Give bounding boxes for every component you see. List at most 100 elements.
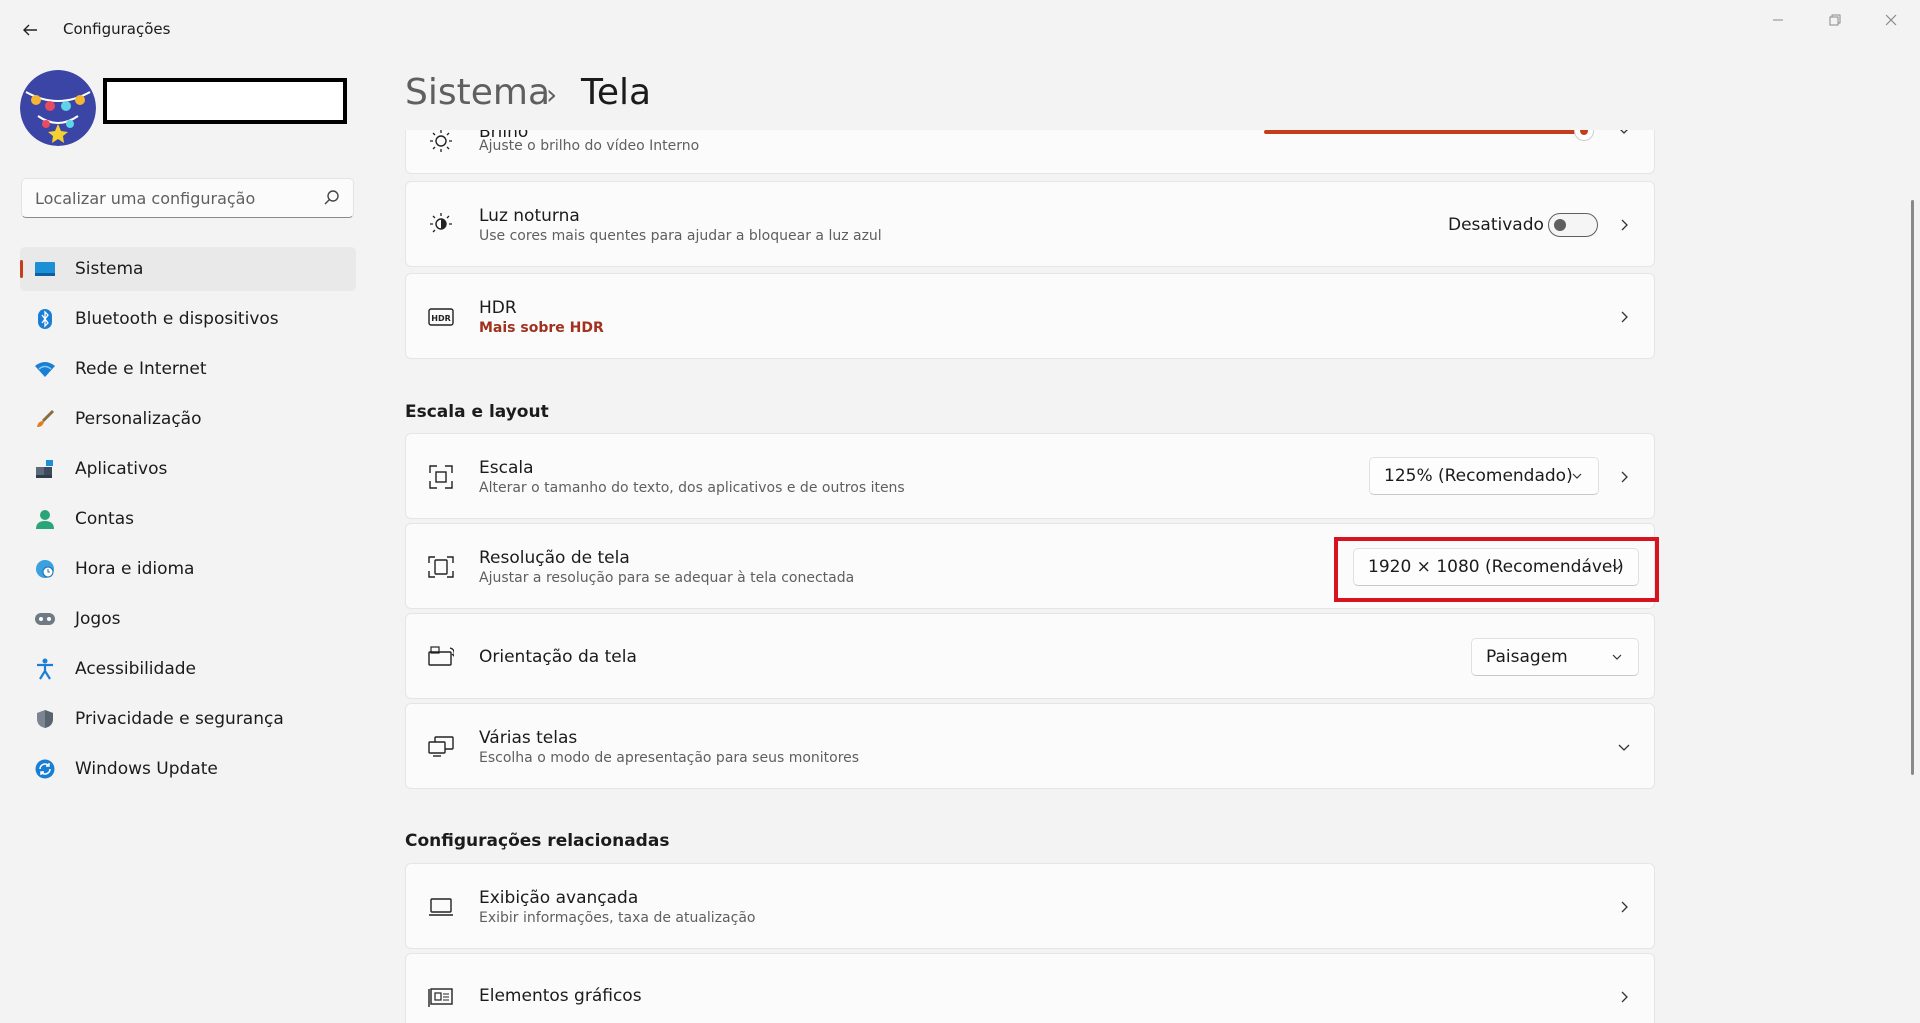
scale-icon xyxy=(428,464,454,490)
sidebar-item-label: Sistema xyxy=(75,259,144,279)
hdr-card[interactable]: HDR HDR Mais sobre HDR xyxy=(405,273,1655,359)
night-light-status: Desativado xyxy=(1448,215,1544,235)
sidebar-item-label: Aplicativos xyxy=(75,459,168,479)
wifi-icon xyxy=(34,358,56,380)
sidebar-item-label: Rede e Internet xyxy=(75,359,207,379)
minimize-button[interactable] xyxy=(1755,4,1801,36)
close-button[interactable] xyxy=(1868,4,1914,36)
sidebar-item-gaming[interactable]: Jogos xyxy=(20,597,356,641)
resolution-subtitle: Ajustar a resolução para se adequar à te… xyxy=(479,570,855,586)
graphics-card[interactable]: Elementos gráficos xyxy=(405,953,1655,1023)
app-title: Configurações xyxy=(63,20,171,38)
night-light-card[interactable]: Luz noturna Use cores mais quentes para … xyxy=(405,181,1655,267)
scrollbar[interactable] xyxy=(1911,200,1914,775)
page-title: Tela xyxy=(581,72,652,113)
orientation-dropdown[interactable]: Paisagem xyxy=(1471,638,1639,676)
search-placeholder: Localizar uma configuração xyxy=(35,189,256,208)
bluetooth-icon xyxy=(34,308,56,330)
restore-button[interactable] xyxy=(1812,4,1858,36)
chevron-right-icon[interactable] xyxy=(1616,469,1632,485)
clock-globe-icon xyxy=(34,558,56,580)
title-bar: Configurações xyxy=(0,0,1920,60)
minimize-icon xyxy=(1773,19,1783,21)
chevron-down-icon[interactable] xyxy=(1616,739,1632,755)
sidebar-item-personalization[interactable]: Personalização xyxy=(20,397,356,441)
scale-value: 125% (Recomendado) xyxy=(1384,466,1573,486)
chevron-right-icon[interactable] xyxy=(1616,899,1632,915)
advanced-display-title: Exibição avançada xyxy=(479,888,639,908)
chevron-right-icon[interactable] xyxy=(1616,309,1632,325)
back-button[interactable] xyxy=(14,14,46,46)
breadcrumb-parent[interactable]: Sistema xyxy=(405,72,550,113)
multiple-displays-icon xyxy=(428,734,454,760)
sidebar-item-time-language[interactable]: Hora e idioma xyxy=(20,547,356,591)
advanced-display-card[interactable]: Exibição avançada Exibir informações, ta… xyxy=(405,863,1655,949)
hdr-title: HDR xyxy=(479,298,517,318)
brightness-slider-thumb[interactable] xyxy=(1575,130,1594,140)
sidebar-item-sistema[interactable]: Sistema xyxy=(20,247,356,291)
scale-dropdown[interactable]: 125% (Recomendado) xyxy=(1369,457,1599,495)
restore-icon xyxy=(1829,14,1841,26)
resolution-icon xyxy=(428,554,454,580)
svg-text:HDR: HDR xyxy=(431,314,451,323)
sidebar-item-network[interactable]: Rede e Internet xyxy=(20,347,356,391)
breadcrumb-separator-icon: › xyxy=(546,78,558,111)
sidebar-item-privacy[interactable]: Privacidade e segurança xyxy=(20,697,356,741)
brightness-slider[interactable] xyxy=(1264,130,1594,140)
orientation-icon xyxy=(428,644,454,670)
multiple-displays-subtitle: Escolha o modo de apresentação para seus… xyxy=(479,750,860,766)
redacted-username-box xyxy=(103,78,347,124)
sidebar-item-label: Privacidade e segurança xyxy=(75,709,284,729)
orientation-title: Orientação da tela xyxy=(479,647,637,667)
account-icon xyxy=(34,508,56,530)
section-title-related: Configurações relacionadas xyxy=(405,831,670,851)
hdr-icon: HDR xyxy=(428,304,454,330)
night-light-title: Luz noturna xyxy=(479,206,580,226)
sidebar-item-bluetooth[interactable]: Bluetooth e dispositivos xyxy=(20,297,356,341)
orientation-card[interactable]: Orientação da tela Paisagem xyxy=(405,613,1655,699)
close-icon xyxy=(1885,14,1897,26)
sidebar-item-accessibility[interactable]: Acessibilidade xyxy=(20,647,356,691)
sun-icon xyxy=(428,130,454,154)
scale-subtitle: Alterar o tamanho do texto, dos aplicati… xyxy=(479,480,905,496)
night-light-icon xyxy=(428,211,454,237)
multiple-displays-card[interactable]: Várias telas Escolha o modo de apresenta… xyxy=(405,703,1655,789)
scale-card[interactable]: Escala Alterar o tamanho do texto, dos a… xyxy=(405,433,1655,519)
orientation-value: Paisagem xyxy=(1486,647,1568,667)
sidebar-item-label: Jogos xyxy=(75,609,121,629)
search-icon xyxy=(324,190,339,205)
accessibility-icon xyxy=(34,658,56,680)
sidebar-item-label: Bluetooth e dispositivos xyxy=(75,309,279,329)
system-monitor-icon xyxy=(34,258,56,280)
chevron-down-icon[interactable] xyxy=(1616,130,1632,138)
hdr-more-link[interactable]: Mais sobre HDR xyxy=(479,320,604,336)
scale-title: Escala xyxy=(479,458,534,478)
sidebar-item-apps[interactable]: Aplicativos xyxy=(20,447,356,491)
sidebar-item-label: Windows Update xyxy=(75,759,218,779)
shield-icon xyxy=(34,708,56,730)
graphics-title: Elementos gráficos xyxy=(479,986,642,1006)
gamepad-icon xyxy=(34,608,56,630)
back-arrow-icon xyxy=(23,24,37,36)
highlight-box xyxy=(1334,537,1659,602)
night-light-toggle[interactable] xyxy=(1548,213,1598,237)
chevron-down-icon xyxy=(1572,473,1582,479)
multiple-displays-title: Várias telas xyxy=(479,728,578,748)
search-input[interactable]: Localizar uma configuração xyxy=(21,178,354,218)
sidebar-item-accounts[interactable]: Contas xyxy=(20,497,356,541)
brightness-slider-fill xyxy=(1264,130,1585,134)
apps-icon xyxy=(34,458,56,480)
brightness-card[interactable]: Brilho Ajuste o brilho do vídeo Interno xyxy=(405,130,1655,174)
night-light-subtitle: Use cores mais quentes para ajudar a blo… xyxy=(479,228,882,244)
laptop-icon xyxy=(428,894,454,920)
resolution-title: Resolução de tela xyxy=(479,548,630,568)
sidebar-item-label: Hora e idioma xyxy=(75,559,195,579)
brightness-subtitle: Ajuste o brilho do vídeo Interno xyxy=(479,138,700,154)
avatar[interactable] xyxy=(20,70,96,146)
sidebar-item-label: Acessibilidade xyxy=(75,659,196,679)
chevron-right-icon[interactable] xyxy=(1616,217,1632,233)
paintbrush-icon xyxy=(34,408,56,430)
chevron-right-icon[interactable] xyxy=(1616,989,1632,1005)
sidebar-item-windows-update[interactable]: Windows Update xyxy=(20,747,356,791)
sidebar-item-label: Personalização xyxy=(75,409,202,429)
